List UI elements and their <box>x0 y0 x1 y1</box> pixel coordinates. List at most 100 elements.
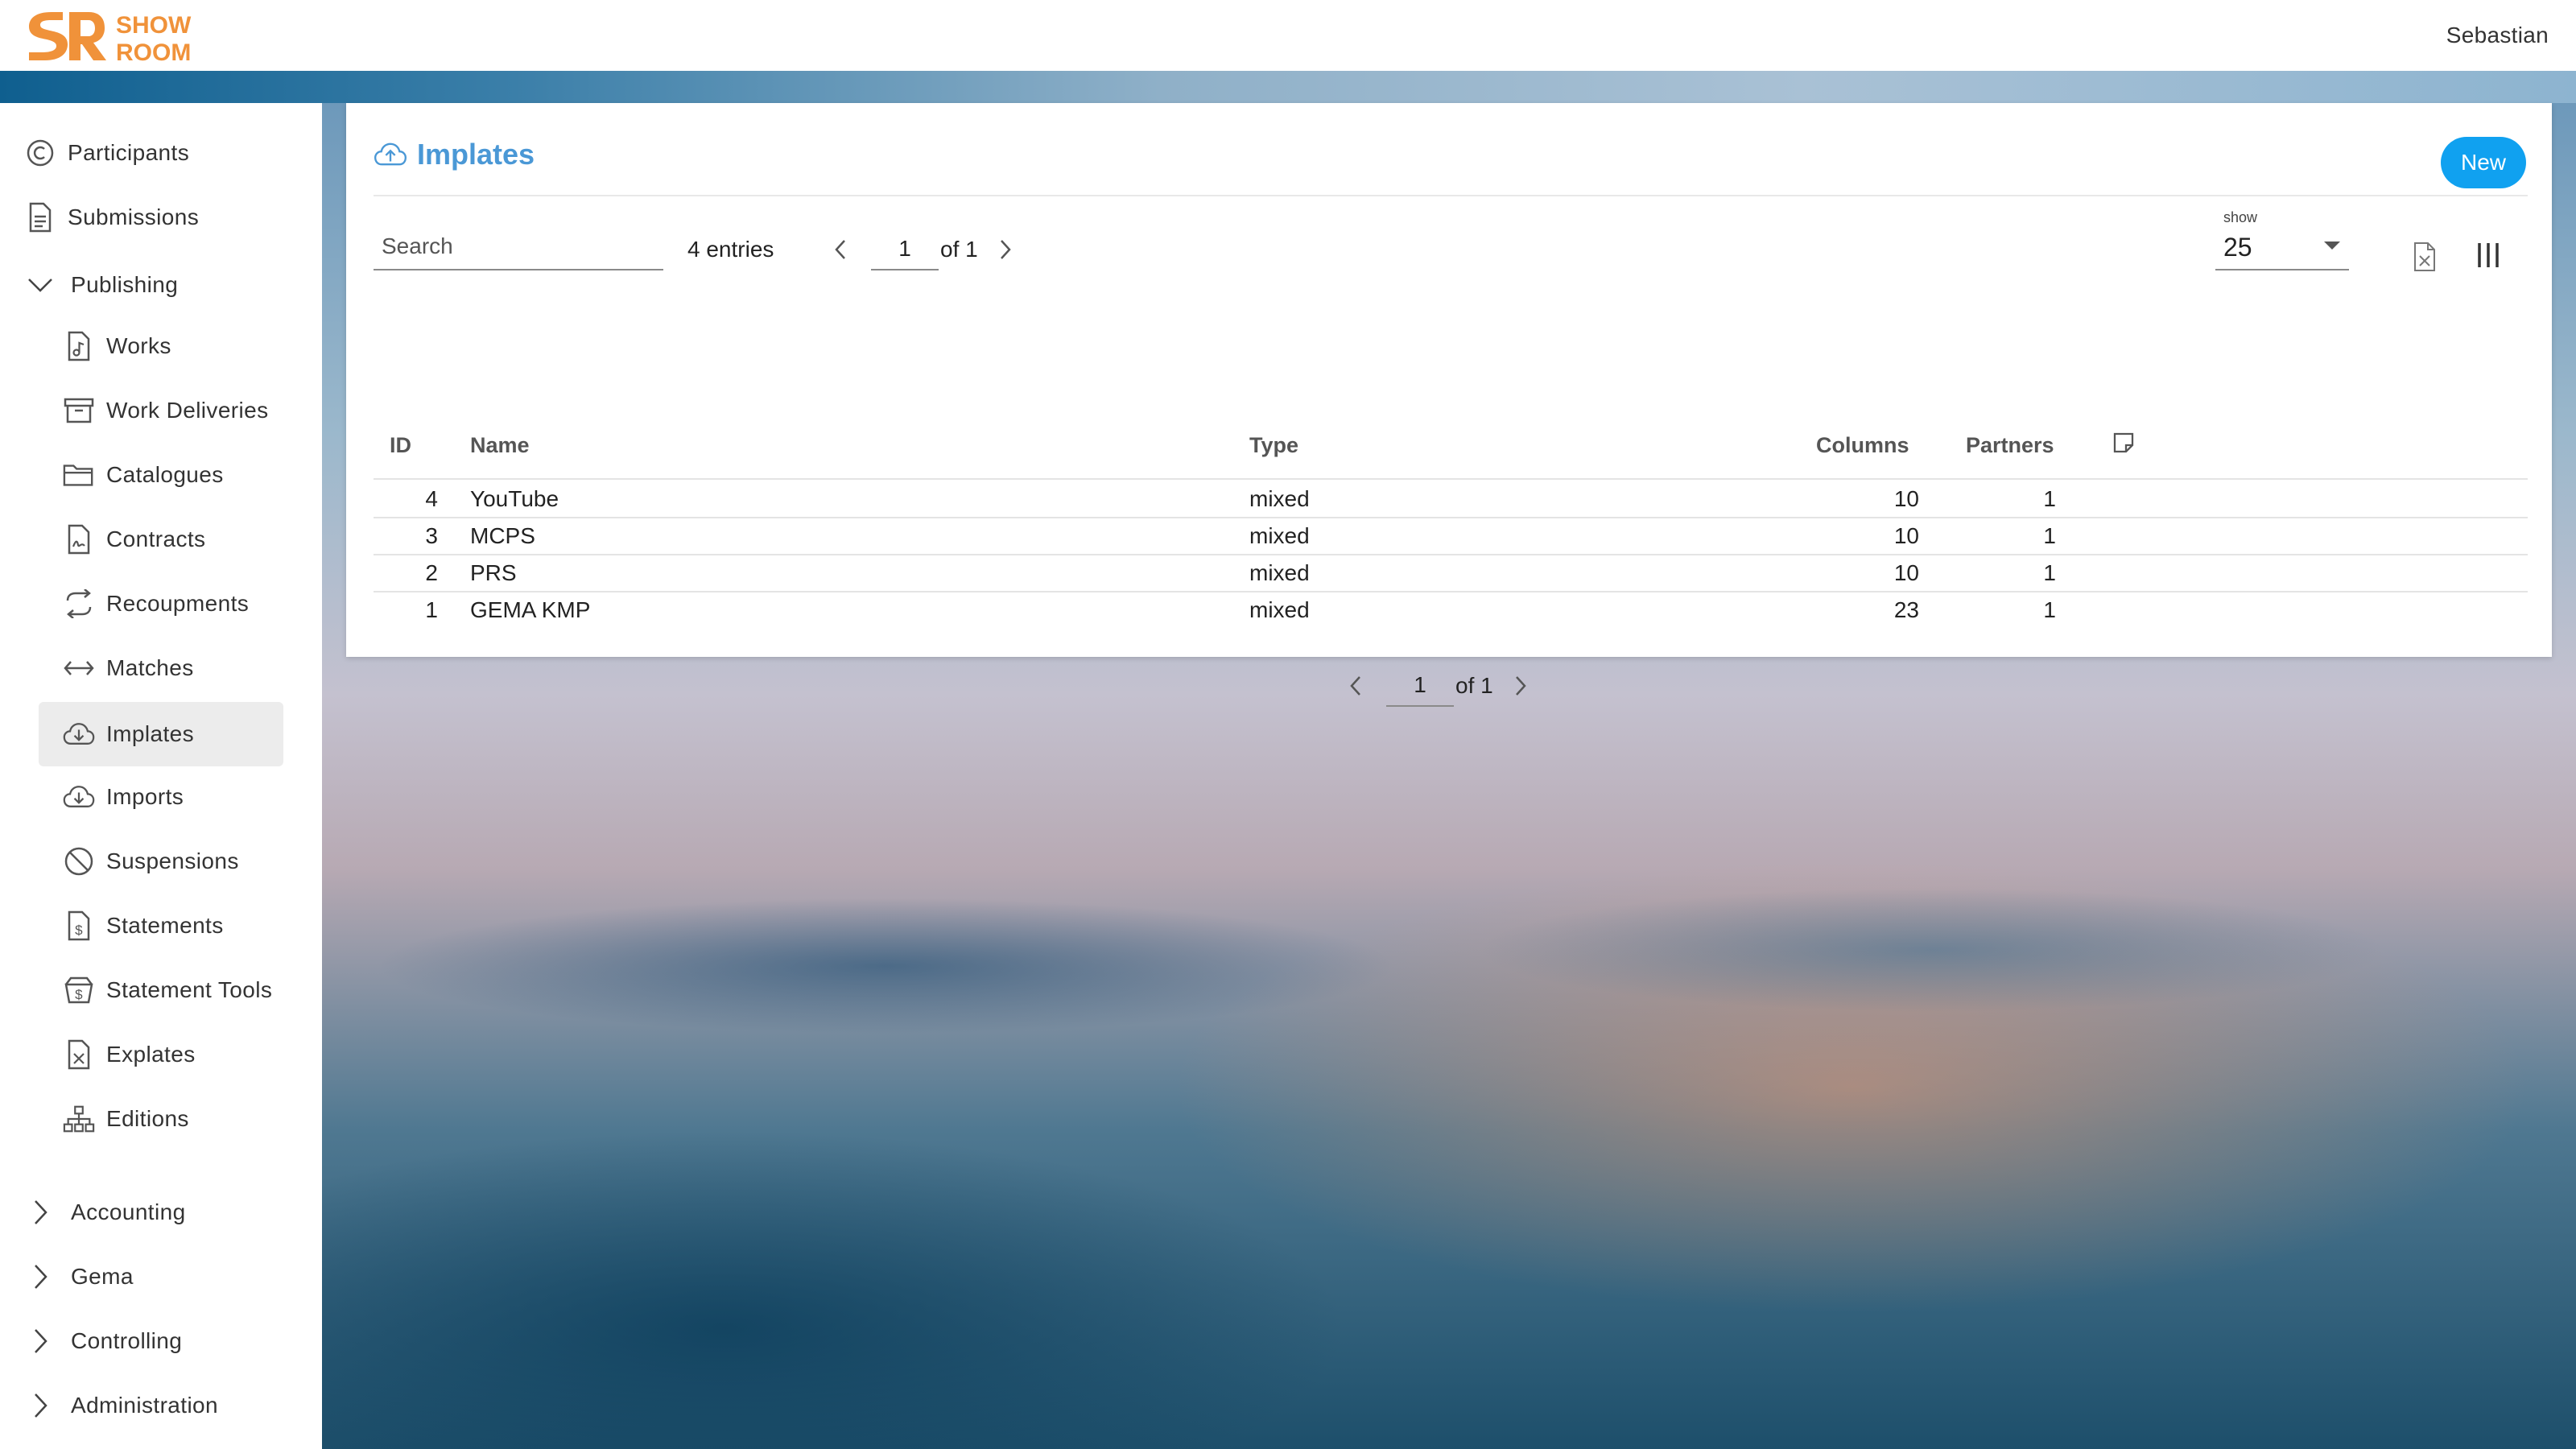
sidebar-section-label: Accounting <box>71 1199 186 1224</box>
copyright-icon <box>24 137 56 169</box>
cell-columns: 10 <box>1893 523 1919 548</box>
cell-partners: 1 <box>2043 597 2056 622</box>
cell-id: 2 <box>425 560 438 585</box>
dollar-tools-icon: $ <box>63 974 95 1006</box>
sidebar-item-works[interactable]: Works <box>63 322 171 370</box>
sidebar-item-statements[interactable]: $ Statements <box>63 902 224 950</box>
table-row[interactable]: 4 YouTube mixed 10 1 <box>374 481 2528 518</box>
sidebar-section-gema[interactable]: Gema <box>24 1253 134 1301</box>
table-row[interactable]: 1 GEMA KMP mixed 23 1 <box>374 592 2528 630</box>
page-number-input[interactable] <box>871 229 939 270</box>
sidebar-item-participants[interactable]: Participants <box>24 129 189 177</box>
sidebar-item-label: Catalogues <box>106 462 224 487</box>
sidebar-item-editions[interactable]: Editions <box>63 1095 189 1143</box>
sidebar-section-publishing[interactable]: Publishing <box>24 261 178 309</box>
show-label: show <box>2223 209 2258 225</box>
columns-icon[interactable] <box>2476 242 2500 273</box>
entries-count: 4 entries <box>687 237 774 262</box>
page-size-value: 25 <box>2223 232 2252 262</box>
sidebar-item-matches[interactable]: Matches <box>63 644 194 692</box>
header-banner-strip <box>0 71 2576 103</box>
sidebar-section-accounting[interactable]: Accounting <box>24 1188 186 1236</box>
cell-columns: 10 <box>1893 486 1919 511</box>
document-icon <box>24 201 56 233</box>
cell-partners: 1 <box>2043 486 2056 511</box>
cloud-download-icon <box>63 781 95 813</box>
dollar-file-icon: $ <box>63 910 95 942</box>
next-page-button[interactable] <box>1505 670 1537 702</box>
chevron-down-icon <box>24 269 56 301</box>
double-arrow-icon <box>63 652 95 684</box>
note-icon[interactable] <box>2112 431 2135 460</box>
cell-id: 3 <box>425 523 438 548</box>
cloud-download-icon <box>63 718 95 750</box>
sidebar-item-work-deliveries[interactable]: Work Deliveries <box>63 386 269 435</box>
sidebar-section-label: Controlling <box>71 1328 183 1353</box>
title-divider <box>374 195 2528 196</box>
sidebar-item-imports[interactable]: Imports <box>63 773 184 821</box>
implates-card: Implates New 4 entries of 1 show 25 ID N… <box>346 103 2552 707</box>
contract-icon <box>63 523 95 555</box>
sidebar-item-label: Work Deliveries <box>106 398 269 423</box>
svg-text:ROOM: ROOM <box>116 39 191 64</box>
sidebar-item-label: Imports <box>106 784 184 809</box>
sidebar-item-catalogues[interactable]: Catalogues <box>63 451 224 499</box>
sidebar-item-label: Contracts <box>106 526 206 551</box>
sidebar-item-contracts[interactable]: Contracts <box>63 515 205 564</box>
hierarchy-icon <box>63 1103 95 1135</box>
sidebar-item-recoupments[interactable]: Recoupments <box>63 580 249 628</box>
sidebar-item-label: Suspensions <box>106 848 239 873</box>
page-number-input[interactable] <box>1386 665 1454 707</box>
page-title: Implates <box>374 137 535 172</box>
page-size-select[interactable]: 25 <box>2215 225 2349 270</box>
cycle-arrows-icon <box>63 588 95 620</box>
chevron-right-icon <box>24 1261 56 1293</box>
prev-page-button[interactable] <box>1340 670 1372 702</box>
sidebar-item-label: Editions <box>106 1106 189 1131</box>
column-header-partners[interactable]: Partners <box>1966 433 2054 458</box>
sidebar-section-controlling[interactable]: Controlling <box>24 1317 182 1365</box>
cloud-upload-icon <box>374 137 409 172</box>
column-header-id[interactable]: ID <box>390 433 411 458</box>
cell-type: mixed <box>1249 486 1310 511</box>
cell-type: mixed <box>1249 523 1310 548</box>
new-button[interactable]: New <box>2441 137 2526 188</box>
table-row[interactable]: 3 MCPS mixed 10 1 <box>374 518 2528 555</box>
sidebar-section-label: Gema <box>71 1264 134 1289</box>
sidebar-item-label: Submissions <box>68 204 200 229</box>
page-of-text: of 1 <box>940 237 978 262</box>
user-name[interactable]: Sebastian <box>2446 23 2549 48</box>
cell-id: 4 <box>425 486 438 511</box>
chevron-right-icon <box>24 1325 56 1357</box>
sidebar-item-submissions[interactable]: Submissions <box>24 193 199 242</box>
cell-id: 1 <box>425 597 438 622</box>
showroom-logo[interactable]: SHOW ROOM <box>24 0 193 71</box>
sidebar-item-implates[interactable]: Implates <box>39 702 283 766</box>
prev-page-button[interactable] <box>824 233 857 266</box>
table-row[interactable]: 2 PRS mixed 10 1 <box>374 555 2528 592</box>
cell-columns: 10 <box>1893 560 1919 585</box>
cell-name: GEMA KMP <box>470 597 591 622</box>
top-pagination: of 1 <box>824 225 1022 274</box>
column-header-columns[interactable]: Columns <box>1816 433 1909 458</box>
table-header: ID Name Type Columns Partners <box>374 415 2528 480</box>
sidebar-item-label: Participants <box>68 140 190 165</box>
cell-name: PRS <box>470 560 517 585</box>
column-header-name[interactable]: Name <box>470 433 530 458</box>
svg-text:$: $ <box>75 923 83 938</box>
next-page-button[interactable] <box>989 233 1022 266</box>
cell-type: mixed <box>1249 597 1310 622</box>
column-header-type[interactable]: Type <box>1249 433 1298 458</box>
sidebar-item-statement-tools[interactable]: $ Statement Tools <box>63 966 272 1014</box>
sidebar-item-explates[interactable]: Explates <box>63 1030 196 1079</box>
cell-partners: 1 <box>2043 560 2056 585</box>
excel-export-icon[interactable] <box>2412 242 2438 276</box>
sidebar-item-label: Works <box>106 333 171 358</box>
cell-name: YouTube <box>470 486 559 511</box>
svg-text:$: $ <box>75 987 83 1002</box>
sidebar-section-administration[interactable]: Administration <box>24 1381 218 1430</box>
bottom-pagination: of 1 <box>1340 662 1537 710</box>
sidebar-item-suspensions[interactable]: Suspensions <box>63 837 239 886</box>
search-input[interactable] <box>374 224 663 270</box>
sidebar-item-label: Explates <box>106 1042 196 1067</box>
